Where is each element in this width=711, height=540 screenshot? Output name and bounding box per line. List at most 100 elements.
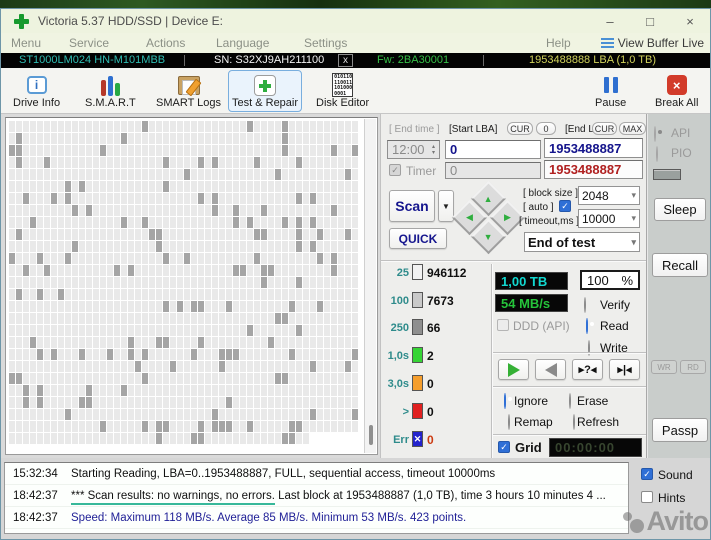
firstaid-cross-icon — [252, 73, 278, 97]
remap-radio[interactable] — [508, 414, 510, 430]
passp-button[interactable]: Passp — [652, 418, 708, 442]
scan-block — [219, 325, 225, 336]
scan-button[interactable]: Scan — [389, 190, 435, 222]
scan-block — [142, 337, 148, 348]
drive-info-button[interactable]: i Drive Info — [9, 70, 64, 112]
end-lba-cur-button[interactable]: CUR — [592, 122, 617, 135]
menu-item-actions[interactable]: Actions — [146, 36, 185, 50]
scan-block — [261, 181, 267, 192]
scan-block — [310, 169, 316, 180]
ddd-api-checkbox[interactable] — [497, 319, 509, 331]
start-lba-cur-button[interactable]: CUR — [507, 122, 533, 135]
sound-checkbox[interactable]: ✓ — [641, 468, 653, 480]
scan-block — [114, 277, 120, 288]
scan-block — [149, 169, 155, 180]
menu-item-service[interactable]: Service — [69, 36, 109, 50]
menu-item-help[interactable]: Help — [546, 36, 571, 50]
sleep-button[interactable]: Sleep — [654, 198, 706, 221]
smart-button[interactable]: S.M.A.R.T — [81, 70, 140, 112]
scan-block — [163, 361, 169, 372]
scan-block — [191, 253, 197, 264]
wr-button[interactable]: WR — [651, 360, 677, 374]
quick-button[interactable]: QUICK — [389, 228, 447, 249]
erase-radio[interactable] — [569, 393, 571, 409]
verify-radio[interactable] — [584, 297, 586, 313]
test-repair-button[interactable]: Test & Repair — [228, 70, 303, 112]
scan-block — [303, 193, 309, 204]
scan-block — [44, 421, 50, 432]
start-lba-input[interactable]: 0 — [445, 140, 541, 159]
scan-block — [86, 289, 92, 300]
scan-block — [72, 265, 78, 276]
scan-block — [219, 241, 225, 252]
scrollbar-thumb[interactable] — [369, 425, 373, 445]
menu-item-menu[interactable]: Menu — [11, 36, 41, 50]
scan-block — [345, 313, 351, 324]
reverse-button[interactable] — [535, 359, 566, 380]
scan-block — [303, 253, 309, 264]
scan-block — [30, 169, 36, 180]
view-buffer-live-button[interactable]: View Buffer Live — [600, 36, 704, 50]
scan-block — [16, 181, 22, 192]
ignore-radio[interactable] — [504, 393, 506, 409]
scan-block — [114, 253, 120, 264]
scan-block — [226, 289, 232, 300]
maximize-button[interactable]: □ — [630, 9, 670, 33]
scan-block — [156, 385, 162, 396]
start-test-button[interactable] — [498, 359, 529, 380]
scan-block — [303, 301, 309, 312]
scan-block — [289, 409, 295, 420]
scan-block — [93, 337, 99, 348]
scan-block — [352, 313, 358, 324]
scan-block — [296, 433, 302, 444]
rd-button[interactable]: RD — [680, 360, 706, 374]
scan-block — [93, 169, 99, 180]
scan-map-scrollbar[interactable] — [364, 119, 376, 453]
scan-block — [310, 289, 316, 300]
menu-item-language[interactable]: Language — [216, 36, 269, 50]
scan-block — [184, 253, 190, 264]
timeout-select[interactable]: 10000 ▾ — [578, 209, 640, 228]
menu-item-settings[interactable]: Settings — [304, 36, 347, 50]
pause-button[interactable]: Pause — [591, 70, 630, 112]
auto-checkbox[interactable]: ✓ — [559, 200, 571, 212]
scan-block — [282, 265, 288, 276]
scan-block — [184, 277, 190, 288]
timer-checkbox[interactable]: ✓ — [389, 164, 401, 176]
read-radio[interactable] — [586, 318, 588, 334]
close-button[interactable]: × — [670, 9, 710, 33]
scan-block — [205, 385, 211, 396]
scan-block — [296, 337, 302, 348]
spinner-arrows-icon[interactable]: ▴ ▾ — [432, 144, 435, 156]
minimize-button[interactable]: – — [590, 9, 630, 33]
break-all-button[interactable]: × Break All — [651, 70, 702, 112]
recall-button[interactable]: Recall — [652, 253, 708, 277]
end-lba-input[interactable]: 1953488887 — [544, 138, 643, 158]
scan-block — [233, 265, 239, 276]
hints-checkbox[interactable] — [641, 491, 653, 503]
end-of-test-select[interactable]: End of test ▾ — [524, 232, 640, 252]
scan-block — [72, 253, 78, 264]
scan-block — [37, 385, 43, 396]
scan-block — [156, 133, 162, 144]
jump-end-button[interactable]: ▸|◂ — [609, 359, 640, 380]
smart-logs-button[interactable]: SMART Logs — [152, 70, 225, 112]
api-radio[interactable] — [654, 126, 656, 142]
scan-block — [128, 205, 134, 216]
refresh-radio[interactable] — [573, 414, 575, 430]
pio-radio[interactable] — [656, 146, 658, 162]
scan-block — [240, 349, 246, 360]
grid-checkbox[interactable]: ✓ — [498, 441, 510, 453]
end-time-spinner[interactable]: 12:00 ▴ ▾ — [387, 140, 440, 159]
end-lba-max-button[interactable]: MAX — [619, 122, 646, 135]
log-list[interactable]: 15:32:34 Starting Reading, LBA=0..195348… — [4, 462, 629, 534]
timer-value-input[interactable]: 0 — [445, 162, 541, 179]
jump-question-button[interactable]: ▸?◂ — [572, 359, 603, 380]
disk-editor-button[interactable]: 010110 110011 101000 0001 Disk Editor — [312, 70, 373, 112]
start-lba-zero-button[interactable]: 0 — [536, 122, 556, 135]
block-size-select[interactable]: 2048 ▾ — [578, 186, 640, 205]
scan-block — [191, 385, 197, 396]
photo-background-strip — [0, 0, 711, 8]
write-radio[interactable] — [588, 340, 590, 356]
serial-hide-button[interactable]: x — [338, 54, 353, 67]
